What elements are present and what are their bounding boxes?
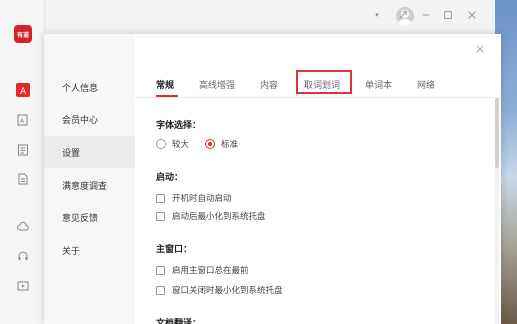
doc-translate-section-title: 文档翻译：: [156, 319, 202, 324]
nav-label: 满意度调查: [62, 181, 108, 192]
maximize-icon[interactable]: [441, 8, 455, 22]
nav-item-settings[interactable]: 设置: [44, 136, 135, 168]
minimize-on-start-option[interactable]: 启动后最小化到系统托盘: [156, 210, 266, 222]
radio-button[interactable]: [156, 139, 166, 149]
nav-item-about[interactable]: 关于: [44, 234, 135, 266]
tab-content[interactable]: 内容: [260, 78, 278, 91]
settings-nav: 个人信息 会员中心 设置 满意度调查 意见反馈 关于: [44, 34, 135, 324]
video-icon[interactable]: [16, 279, 30, 293]
tabs-divider: [135, 97, 501, 98]
font-large-option[interactable]: 较大: [156, 138, 189, 150]
image-translate-icon[interactable]: A: [16, 113, 30, 127]
main-window-section-title: 主窗口：: [156, 245, 193, 255]
tab-wordbook[interactable]: 单词本: [365, 78, 392, 91]
nav-label: 会员中心: [62, 115, 99, 126]
startup-section-title: 启动：: [156, 173, 184, 183]
nav-label: 意见反馈: [62, 213, 99, 224]
highlight-box: [296, 70, 352, 94]
tab-network[interactable]: 网络: [417, 78, 435, 91]
checkbox[interactable]: [156, 265, 165, 275]
app-sidebar: 有道 A A: [0, 0, 45, 324]
minimize-icon[interactable]: [419, 8, 433, 22]
dialog-close-icon[interactable]: [474, 43, 486, 55]
radio-button-selected[interactable]: [205, 139, 215, 149]
option-label: 开机时自动启动: [172, 194, 232, 204]
pin-icon[interactable]: [396, 8, 410, 22]
minimize-on-close-option[interactable]: 窗口关闭时最小化到系统托盘: [156, 284, 283, 296]
option-label: 标准: [221, 140, 239, 150]
window-close-icon[interactable]: [465, 8, 479, 22]
chevron-down-icon[interactable]: ▾: [370, 8, 384, 22]
nav-label: 关于: [62, 246, 81, 257]
tab-general[interactable]: 常规: [156, 78, 174, 91]
svg-text:A: A: [20, 87, 27, 96]
option-label: 窗口关闭时最小化到系统托盘: [172, 286, 283, 296]
svg-text:A: A: [20, 118, 25, 125]
checkbox[interactable]: [156, 285, 165, 295]
settings-dialog: 个人信息 会员中心 设置 满意度调查 意见反馈 关于 常规 高线增强 内容 取词…: [44, 34, 501, 324]
translate-icon[interactable]: A: [16, 83, 30, 97]
checkbox[interactable]: [156, 211, 165, 221]
font-section-title: 字体选择：: [156, 121, 202, 131]
settings-scrollbar[interactable]: [495, 98, 499, 324]
tab-offline[interactable]: 高线增强: [199, 78, 235, 91]
scroll-thumb[interactable]: [495, 98, 499, 168]
nav-label: 设置: [62, 148, 81, 159]
document-icon[interactable]: [16, 143, 30, 157]
nav-label: 个人信息: [62, 83, 99, 94]
checkbox[interactable]: [156, 193, 165, 203]
file-icon[interactable]: [16, 172, 30, 186]
headset-icon[interactable]: [16, 249, 30, 263]
option-label: 较大: [172, 140, 190, 150]
option-label: 启用主窗口总在最前: [172, 266, 249, 276]
app-logo: 有道: [14, 25, 32, 43]
app-header: ▾: [45, 0, 517, 34]
always-on-top-option[interactable]: 启用主窗口总在最前: [156, 264, 249, 276]
font-standard-option[interactable]: 标准: [205, 138, 238, 150]
nav-item-personal-info[interactable]: 个人信息: [44, 71, 135, 103]
nav-item-member-center[interactable]: 会员中心: [44, 103, 135, 135]
nav-item-feedback[interactable]: 意见反馈: [44, 201, 135, 233]
auto-start-option[interactable]: 开机时自动启动: [156, 192, 232, 204]
cloud-icon[interactable]: [16, 220, 30, 234]
nav-item-survey[interactable]: 满意度调查: [44, 169, 135, 201]
option-label: 启动后最小化到系统托盘: [172, 212, 266, 222]
